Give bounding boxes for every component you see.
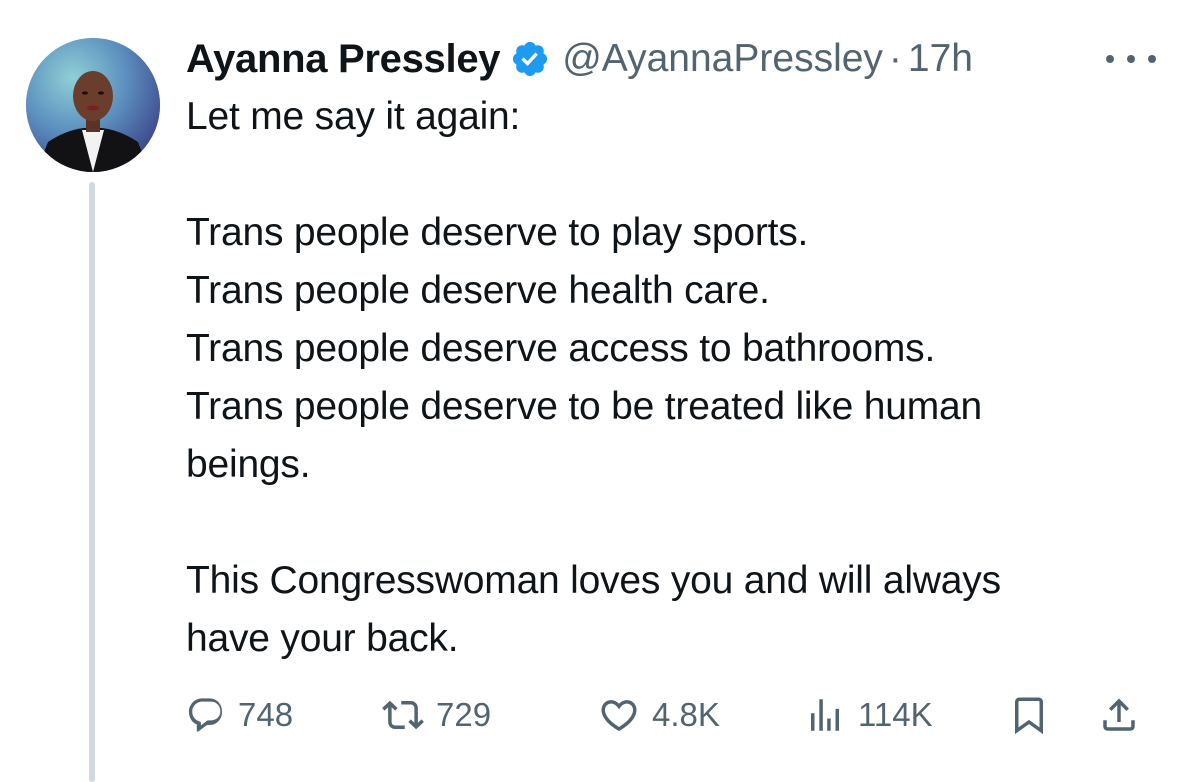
tweet-line: Trans people deserve access to bathrooms… bbox=[186, 327, 936, 370]
tweet-header: Ayanna Pressley @AyannaPressley · 17h bbox=[186, 30, 1156, 88]
tweet-line: Trans people deserve to play sports. bbox=[186, 211, 809, 254]
verified-badge-icon bbox=[510, 39, 550, 79]
avatar[interactable] bbox=[26, 38, 160, 172]
tweet-line: have your back. bbox=[186, 617, 459, 660]
tweet[interactable]: Ayanna Pressley @AyannaPressley · 17h Le… bbox=[186, 30, 1156, 668]
share-button[interactable] bbox=[1098, 690, 1140, 740]
repost-count: 729 bbox=[436, 696, 492, 733]
tweet-line: beings. bbox=[186, 443, 311, 486]
tweet-line: Trans people deserve health care. bbox=[186, 269, 770, 312]
reply-button[interactable]: 748 bbox=[186, 690, 293, 740]
thread-line bbox=[89, 182, 95, 782]
tweet-line-blank bbox=[186, 494, 1156, 552]
user-handle[interactable]: @AyannaPressley bbox=[562, 37, 883, 81]
repost-button[interactable]: 729 bbox=[382, 690, 491, 740]
tweet-text: Let me say it again: Trans people deserv… bbox=[186, 88, 1156, 668]
tweet-line: This Congresswoman loves you and will al… bbox=[186, 559, 1001, 602]
action-bar: 748 729 4.8K 114K bbox=[186, 690, 1146, 740]
repost-icon bbox=[382, 694, 424, 736]
share-icon bbox=[1098, 694, 1140, 736]
more-options-icon[interactable] bbox=[1106, 44, 1156, 74]
like-button[interactable]: 4.8K bbox=[598, 690, 720, 740]
tweet-line-blank bbox=[186, 146, 1156, 204]
tweet-line: Let me say it again: bbox=[186, 95, 521, 138]
bookmark-icon bbox=[1008, 694, 1050, 736]
reply-count: 748 bbox=[238, 696, 294, 733]
analytics-icon bbox=[804, 694, 846, 736]
tweet-line: Trans people deserve to be treated like … bbox=[186, 385, 983, 428]
timestamp[interactable]: 17h bbox=[908, 37, 973, 81]
views-count: 114K bbox=[858, 696, 933, 733]
avatar-photo bbox=[26, 38, 160, 172]
display-name[interactable]: Ayanna Pressley bbox=[186, 37, 501, 82]
views-button[interactable]: 114K bbox=[804, 690, 933, 740]
reply-icon bbox=[186, 695, 226, 735]
bookmark-button[interactable] bbox=[1008, 690, 1050, 740]
like-count: 4.8K bbox=[652, 696, 720, 733]
heart-icon bbox=[598, 694, 640, 736]
separator-dot: · bbox=[888, 37, 902, 80]
